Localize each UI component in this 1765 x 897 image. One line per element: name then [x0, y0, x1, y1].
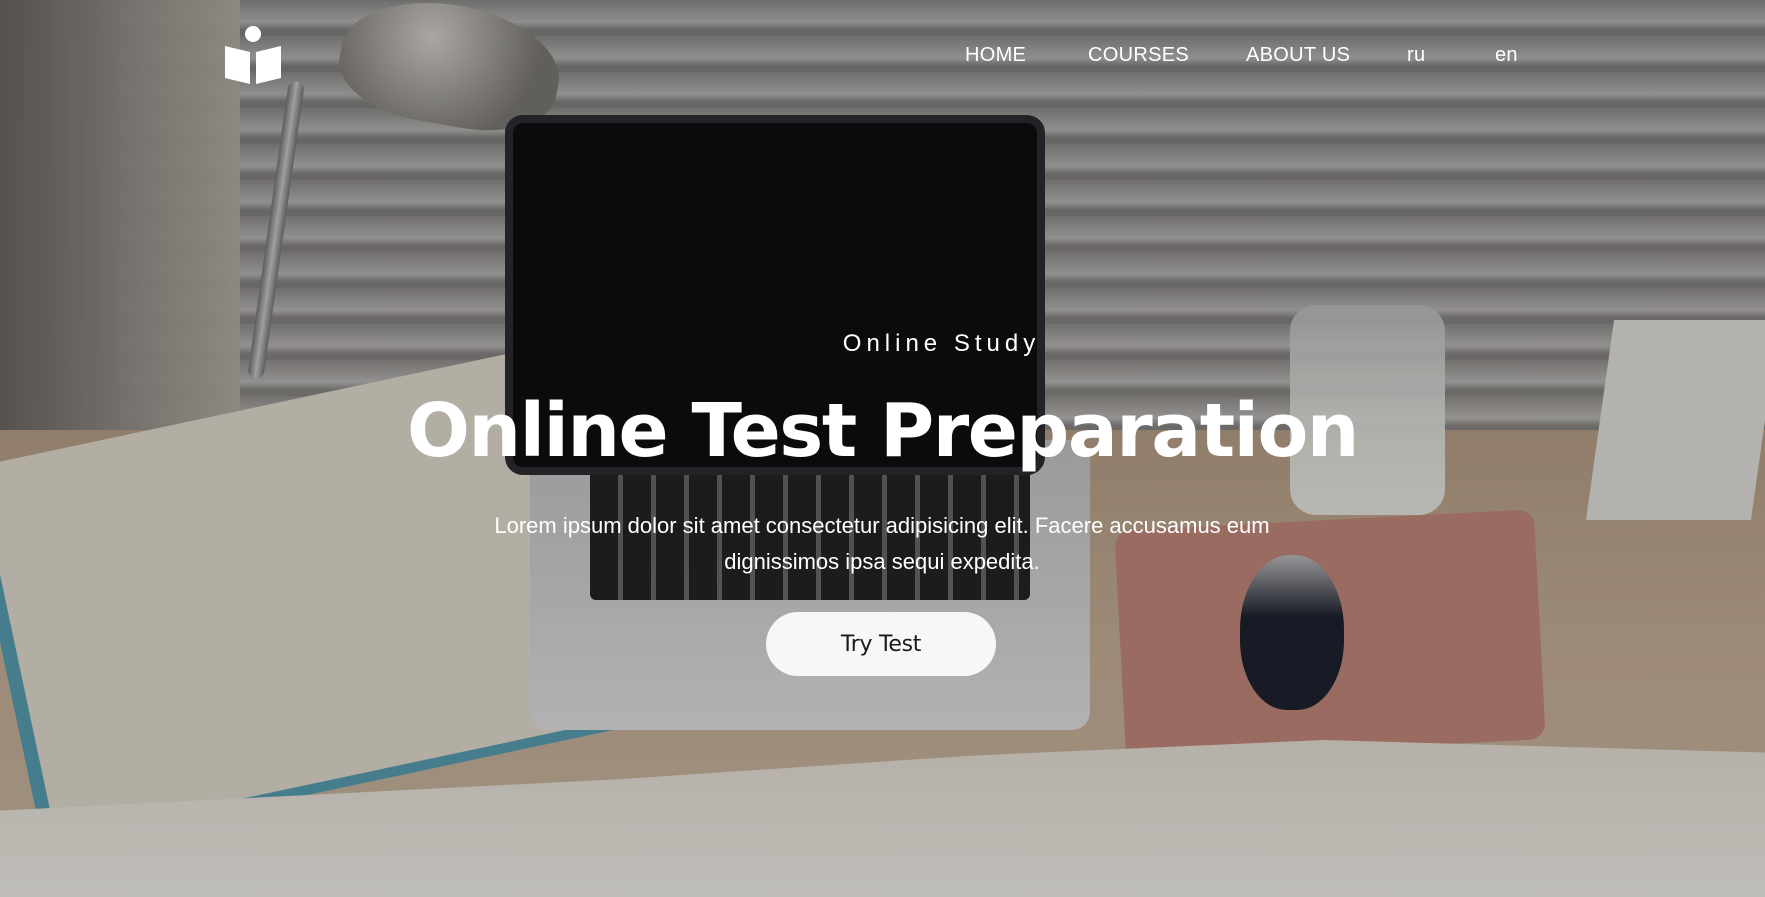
nav-lang-ru-link[interactable]: ru — [1407, 44, 1425, 67]
hero-lead: Lorem ipsum dolor sit amet consectetur a… — [494, 513, 1270, 574]
nav-home-link[interactable]: HOME — [965, 44, 1026, 67]
try-test-button[interactable]: Try Test — [766, 612, 996, 676]
nav-about-link[interactable]: ABOUT US — [1246, 44, 1350, 67]
hero-section: HOME COURSES ABOUT US ru en Online Study… — [0, 0, 1765, 897]
open-book-reader-icon[interactable] — [222, 24, 284, 86]
hero-title: Online Test Preparation — [407, 388, 1360, 474]
nav-courses-link[interactable]: COURSES — [1088, 44, 1189, 67]
hero-eyebrow: Online Study — [842, 330, 1041, 357]
nav-lang-en-link[interactable]: en — [1495, 44, 1518, 67]
